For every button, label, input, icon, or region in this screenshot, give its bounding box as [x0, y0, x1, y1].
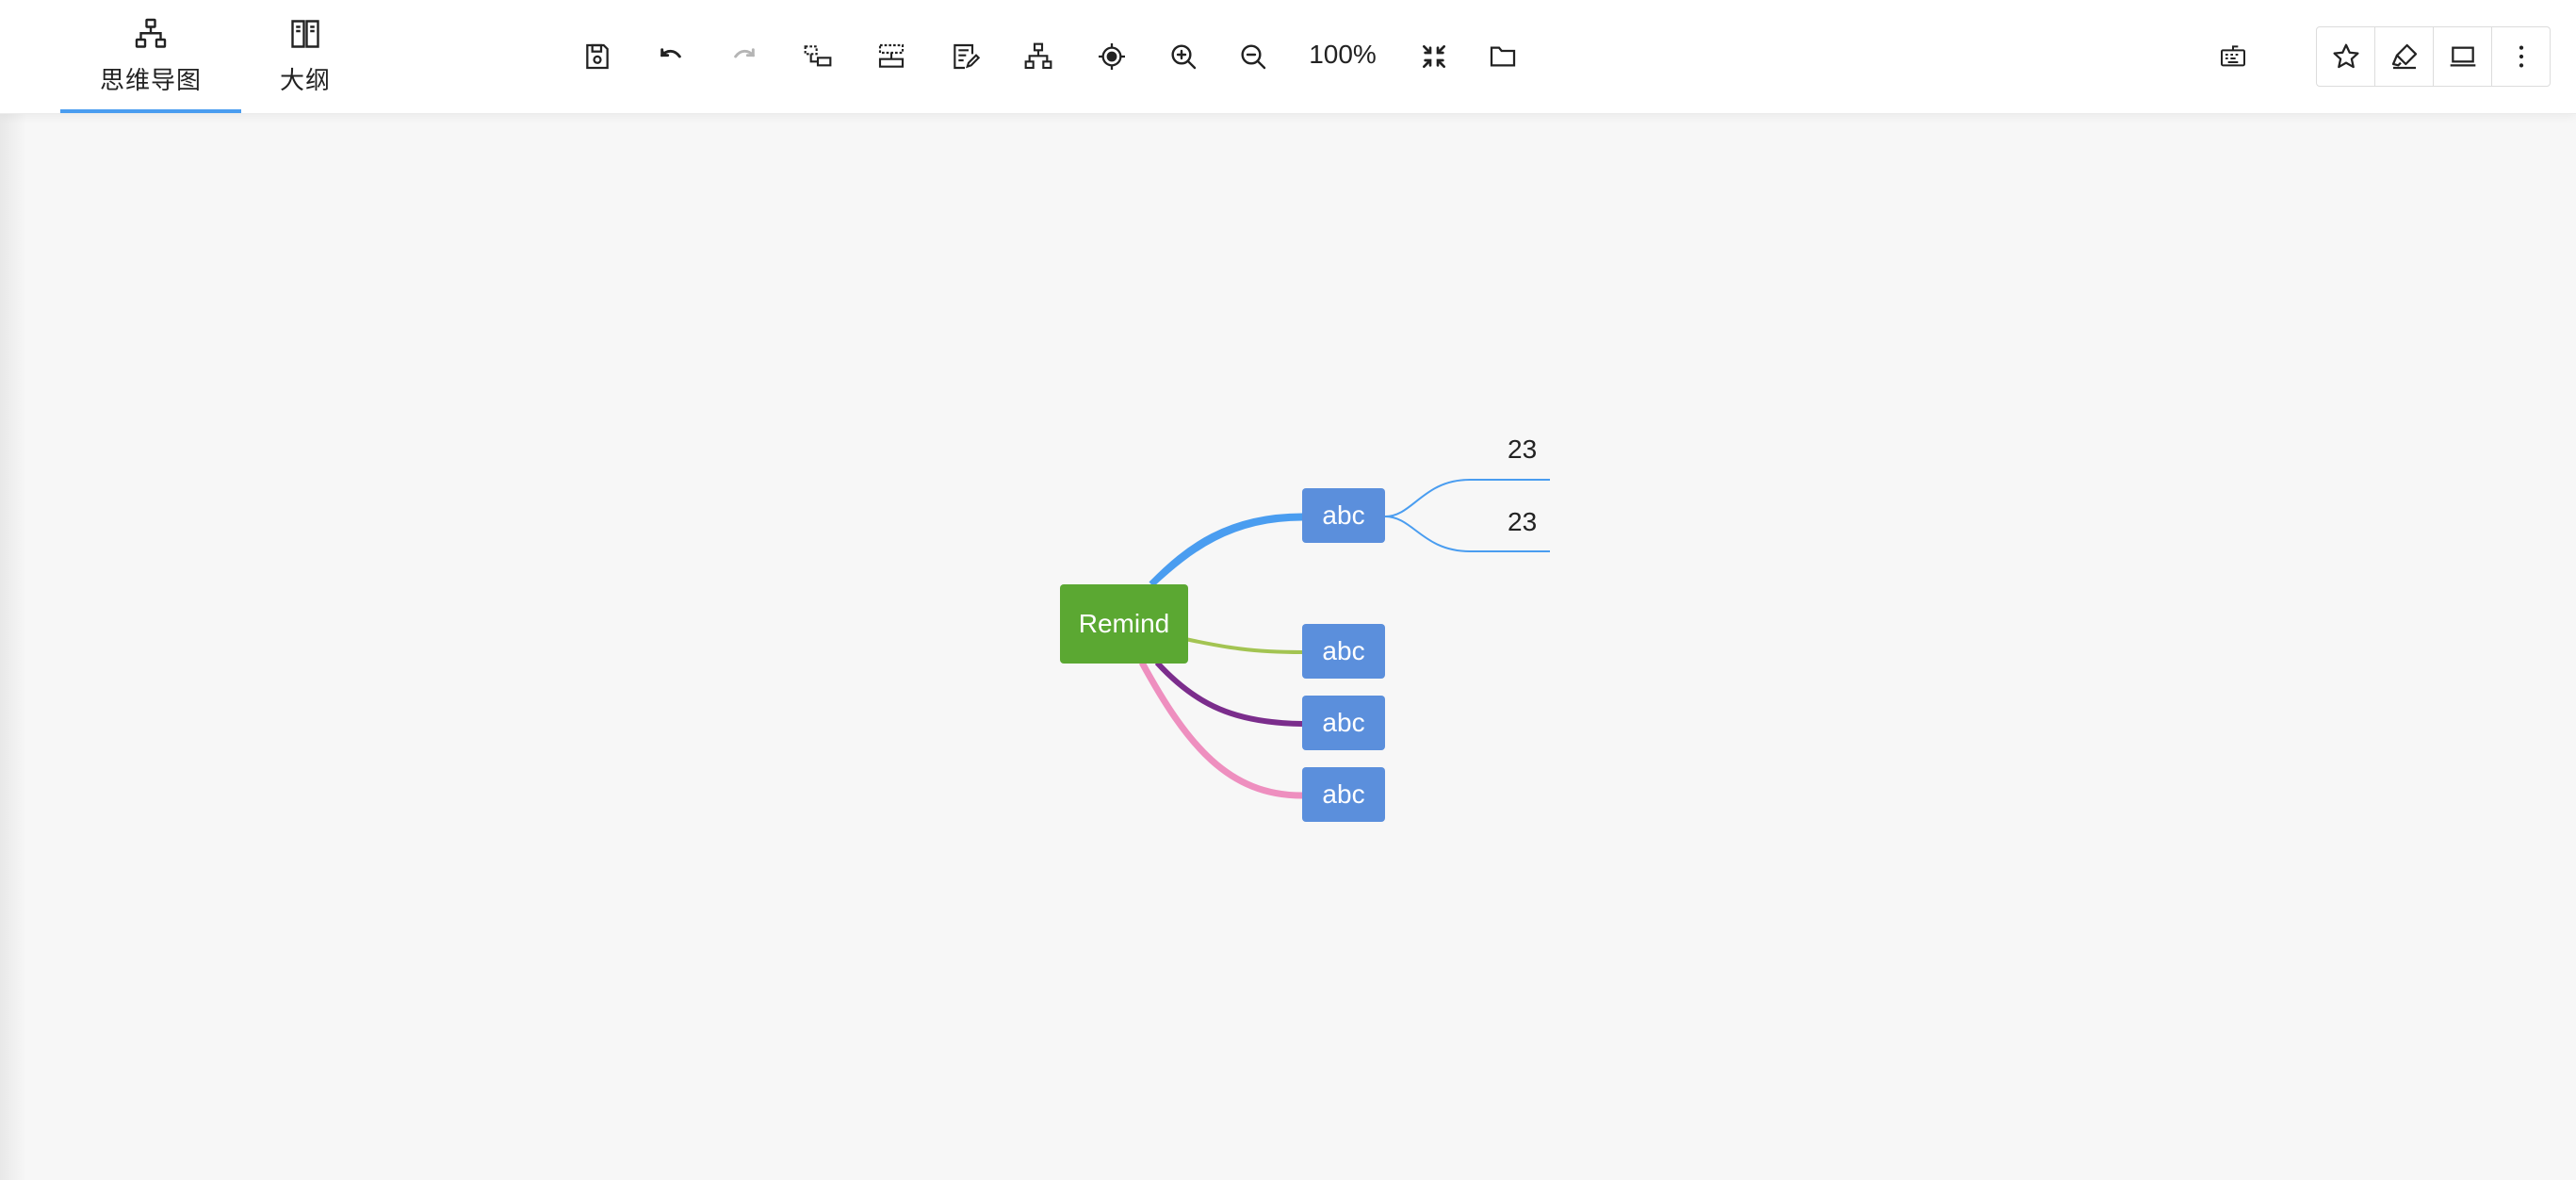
- branch-node-2[interactable]: abc: [1302, 624, 1385, 679]
- fit-screen-button[interactable]: [1411, 34, 1457, 79]
- undo-button[interactable]: [648, 34, 693, 79]
- branch-node-3[interactable]: abc: [1302, 696, 1385, 750]
- zoom-in-icon: [1171, 44, 1197, 70]
- mindmap-icon: [134, 17, 168, 56]
- insert-sibling-node-button[interactable]: [869, 34, 914, 79]
- laptop-icon: [2450, 46, 2475, 67]
- tab-outline[interactable]: 大纲: [256, 0, 354, 113]
- fit-screen-icon: [1423, 45, 1445, 68]
- root-node-label: Remind: [1078, 609, 1170, 638]
- save-icon: [586, 43, 609, 70]
- branch-connector-2: [1184, 637, 1303, 654]
- locate-center-icon: [1099, 43, 1125, 70]
- zoom-level-label: 100%: [1309, 40, 1377, 69]
- branch-connector-4: [1138, 661, 1303, 799]
- structure-icon: [1024, 42, 1052, 70]
- branch-node-4[interactable]: abc: [1302, 767, 1385, 822]
- insert-sibling-node-icon: [878, 43, 905, 68]
- mindmap-canvas[interactable]: Remind abc abc abc abc 23 23: [0, 114, 2576, 1180]
- branch-node-1[interactable]: abc: [1302, 488, 1385, 543]
- save-button[interactable]: [575, 34, 620, 79]
- redo-button[interactable]: [722, 34, 767, 79]
- right-action-group: [2316, 26, 2551, 87]
- keyboard-shortcuts-icon: [2221, 45, 2245, 67]
- more-button[interactable]: [2492, 27, 2550, 86]
- branch-node-label: abc: [1322, 636, 1365, 665]
- branch-node-label: abc: [1322, 500, 1365, 530]
- open-folder-button[interactable]: [1480, 34, 1525, 79]
- outline-book-icon: [288, 17, 322, 56]
- mindmap-app: 思维导图 大纲 100% Remind abc abc abc abc 23 2…: [0, 0, 2576, 1180]
- insert-child-node-icon: [804, 45, 832, 67]
- connector-lines: [1138, 479, 1550, 799]
- locate-center-button[interactable]: [1089, 34, 1134, 79]
- more-vertical-icon: [2519, 45, 2523, 68]
- root-node[interactable]: Remind: [1060, 584, 1188, 664]
- undo-icon: [660, 48, 681, 58]
- redo-icon: [734, 48, 755, 58]
- top-toolbar: 思维导图 大纲 100%: [0, 0, 2576, 114]
- branch-node-label: abc: [1322, 708, 1365, 737]
- leaf-node-1[interactable]: 23: [1508, 434, 1537, 465]
- folder-icon: [1490, 46, 1516, 67]
- branch-connector-3: [1154, 660, 1303, 727]
- edit-note-button[interactable]: [942, 34, 987, 79]
- present-button[interactable]: [2434, 27, 2492, 86]
- tab-mindmap[interactable]: 思维导图: [60, 0, 241, 113]
- branch-node-label: abc: [1322, 779, 1365, 809]
- tab-mindmap-label: 思维导图: [99, 66, 202, 94]
- leaf-node-2[interactable]: 23: [1508, 507, 1537, 537]
- note-edit-icon: [954, 43, 980, 70]
- highlighter-icon: [2391, 43, 2417, 70]
- theme-button[interactable]: [2375, 27, 2434, 86]
- insert-child-node-button[interactable]: [795, 34, 840, 79]
- branch-connector-1: [1149, 513, 1306, 587]
- structure-button[interactable]: [1016, 34, 1061, 79]
- favorite-button[interactable]: [2317, 27, 2375, 86]
- tab-outline-label: 大纲: [279, 66, 331, 94]
- zoom-out-icon: [1241, 44, 1266, 70]
- star-icon: [2332, 43, 2359, 69]
- keyboard-shortcuts-button[interactable]: [2210, 34, 2256, 79]
- zoom-in-button[interactable]: [1161, 34, 1206, 79]
- zoom-out-button[interactable]: [1231, 34, 1276, 79]
